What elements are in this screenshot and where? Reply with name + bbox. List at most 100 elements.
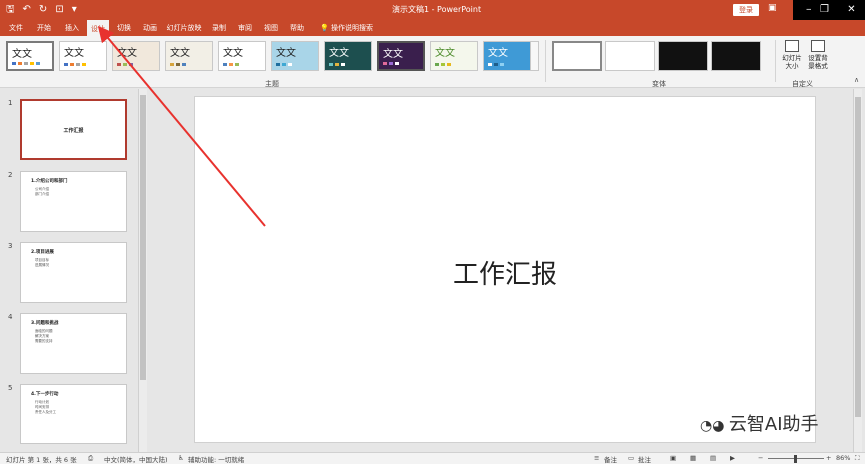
accessibility-status[interactable]: 辅助功能: 一切就绪 <box>188 454 244 464</box>
slide-thumbnail-5[interactable]: 4.下一步行动 行动计划 时间安排 责任人及分工 <box>20 384 127 444</box>
thumb-heading: 1.介绍公司和部门 <box>31 179 68 184</box>
watermark: ◔◕ 云智AI助手 <box>700 410 819 436</box>
status-bar: 幻灯片 第 1 张，共 6 张 ⎙ 中文(简体，中国大陆) ♿ 辅助功能: 一切… <box>0 452 865 464</box>
thumb-heading: 4.下一步行动 <box>31 392 59 397</box>
start-icon[interactable]: ⊡ <box>55 3 63 17</box>
thumb-bullet: 需要的支持 <box>35 339 53 343</box>
slide-scrollbar[interactable] <box>853 89 862 452</box>
customize-icon[interactable]: ▾ <box>72 3 77 17</box>
slide-thumbnail-pane: 1 工作汇报 2 1.介绍公司和部门 公司介绍 部门介绍 3 2.项目进展 项目… <box>0 89 148 452</box>
theme-sample-text: 文文 <box>435 48 455 59</box>
close-button[interactable]: ✕ <box>838 0 865 20</box>
tab-insert[interactable]: 插入 <box>60 20 84 36</box>
variant-2[interactable] <box>605 41 655 71</box>
thumb-bullet: 进展情况 <box>35 263 49 267</box>
scrollbar-thumb[interactable] <box>855 97 861 417</box>
lightbulb-icon: 💡 <box>320 24 331 32</box>
variant-3[interactable] <box>658 41 708 71</box>
slideshow-icon[interactable]: ▶ <box>730 454 735 462</box>
scrollbar-thumb[interactable] <box>140 95 146 380</box>
variant-1[interactable] <box>552 41 602 71</box>
login-button[interactable]: 登录 <box>733 4 759 16</box>
thumb-number: 2 <box>8 171 13 179</box>
thumb-number: 1 <box>8 99 13 107</box>
save-icon[interactable]: 🖫 <box>6 3 15 17</box>
theme-office-2[interactable]: 文文 <box>59 41 107 71</box>
theme-sample-text: 文文 <box>170 48 190 59</box>
zoom-out-icon[interactable]: − <box>758 454 763 462</box>
undo-icon[interactable]: ↶ <box>23 3 31 17</box>
slide-size-icon <box>785 40 799 52</box>
language-indicator[interactable]: 中文(简体，中国大陆) <box>104 454 168 464</box>
theme-ion-boardroom[interactable]: 文文 <box>218 41 266 71</box>
tab-home[interactable]: 开始 <box>32 20 56 36</box>
thumb-heading: 3.问题和挑战 <box>31 321 59 326</box>
customize-group-label: 自定义 <box>792 80 813 88</box>
collapse-ribbon-icon[interactable]: ∧ <box>854 76 859 84</box>
format-background-label: 设置背 景格式 <box>808 54 828 70</box>
ribbon-display-icon[interactable]: ▣ <box>768 3 777 13</box>
tab-file[interactable]: 文件 <box>4 20 28 36</box>
theme-facet[interactable]: 文文 <box>112 41 160 71</box>
slide-editing-area: 工作汇报 <box>148 89 853 452</box>
watermark-text: 云智AI助手 <box>728 414 819 435</box>
variant-4[interactable] <box>711 41 761 71</box>
theme-office[interactable]: 文文 <box>6 41 54 71</box>
quick-access-toolbar: 🖫 ↶ ↻ ⊡ ▾ <box>6 3 77 17</box>
theme-sample-text: 文文 <box>64 48 84 59</box>
zoom-slider-handle[interactable] <box>794 455 797 463</box>
reading-view-icon[interactable]: ▤ <box>710 454 716 462</box>
theme-slice[interactable]: 文文 <box>377 41 425 71</box>
theme-wisp[interactable]: 文文 <box>430 41 478 71</box>
thumb-bullet: 部门介绍 <box>35 192 49 196</box>
redo-icon[interactable]: ↻ <box>39 3 47 17</box>
slide-sorter-icon[interactable]: ▦ <box>690 454 696 462</box>
title-bar: 🖫 ↶ ↻ ⊡ ▾ 演示文稿1 - PowerPoint 登录 ▣ — ❐ ✕ <box>0 0 865 20</box>
zoom-level[interactable]: 86% <box>836 454 850 462</box>
maximize-button[interactable]: ❐ <box>811 0 838 20</box>
fit-to-window-icon[interactable]: ⛶ <box>855 454 860 463</box>
theme-sample-text: 文文 <box>383 49 403 60</box>
tab-record[interactable]: 录制 <box>208 20 230 36</box>
theme-integral[interactable]: 文文 <box>165 41 213 71</box>
tab-transitions[interactable]: 切换 <box>113 20 135 36</box>
slide-size-label: 幻灯片 大小 <box>782 54 802 70</box>
slide-thumbnail-1[interactable]: 工作汇报 <box>20 99 127 160</box>
format-background-icon <box>811 40 825 52</box>
thumb-number: 5 <box>8 384 13 392</box>
ribbon-design: 文文 文文 文文 文文 文文 文文 文文 文文 文文 文文 主题 变体 幻灯片 … <box>0 36 865 88</box>
theme-dividend[interactable]: 文文 <box>483 41 531 71</box>
tab-design[interactable]: 设计 <box>87 20 109 36</box>
format-background-button[interactable]: 设置背 景格式 <box>806 40 830 70</box>
thumb-number: 3 <box>8 242 13 250</box>
tab-slideshow[interactable]: 幻灯片放映 <box>164 20 204 36</box>
spellcheck-icon[interactable]: ⎙ <box>88 454 93 463</box>
notes-button[interactable]: 备注 <box>604 454 617 464</box>
theme-sample-text: 文文 <box>276 48 296 59</box>
slide-size-button[interactable]: 幻灯片 大小 <box>781 40 803 70</box>
thumb-number: 4 <box>8 313 13 321</box>
comments-button[interactable]: 批注 <box>638 454 651 464</box>
theme-retrospect[interactable]: 文文 <box>324 41 372 71</box>
theme-organic[interactable]: 文文 <box>271 41 319 71</box>
tell-me-search[interactable]: 💡 操作说明搜索 <box>320 20 373 36</box>
normal-view-icon[interactable]: ▣ <box>670 454 676 462</box>
tab-help[interactable]: 帮助 <box>286 20 308 36</box>
theme-gallery-scroll[interactable] <box>530 41 539 71</box>
current-slide[interactable]: 工作汇报 <box>194 96 816 443</box>
wechat-icon: ◔◕ <box>700 418 729 434</box>
slide-title[interactable]: 工作汇报 <box>195 254 815 291</box>
slide-thumbnail-4[interactable]: 3.问题和挑战 面临的问题 解决方案 需要的支持 <box>20 313 127 374</box>
tab-view[interactable]: 视图 <box>260 20 282 36</box>
themes-group-label: 主题 <box>265 80 279 88</box>
slide-thumbnail-2[interactable]: 1.介绍公司和部门 公司介绍 部门介绍 <box>20 171 127 232</box>
ribbon-separator <box>545 40 546 82</box>
thumb-heading: 2.项目进展 <box>31 250 54 255</box>
zoom-in-icon[interactable]: + <box>826 454 831 462</box>
theme-sample-text: 文文 <box>488 48 508 59</box>
accessibility-icon: ♿ <box>178 454 184 462</box>
slide-thumbnail-3[interactable]: 2.项目进展 项目目标 进展情况 <box>20 242 127 303</box>
thumbnail-scrollbar[interactable] <box>138 89 147 452</box>
tab-review[interactable]: 审阅 <box>234 20 256 36</box>
tab-animations[interactable]: 动画 <box>139 20 161 36</box>
